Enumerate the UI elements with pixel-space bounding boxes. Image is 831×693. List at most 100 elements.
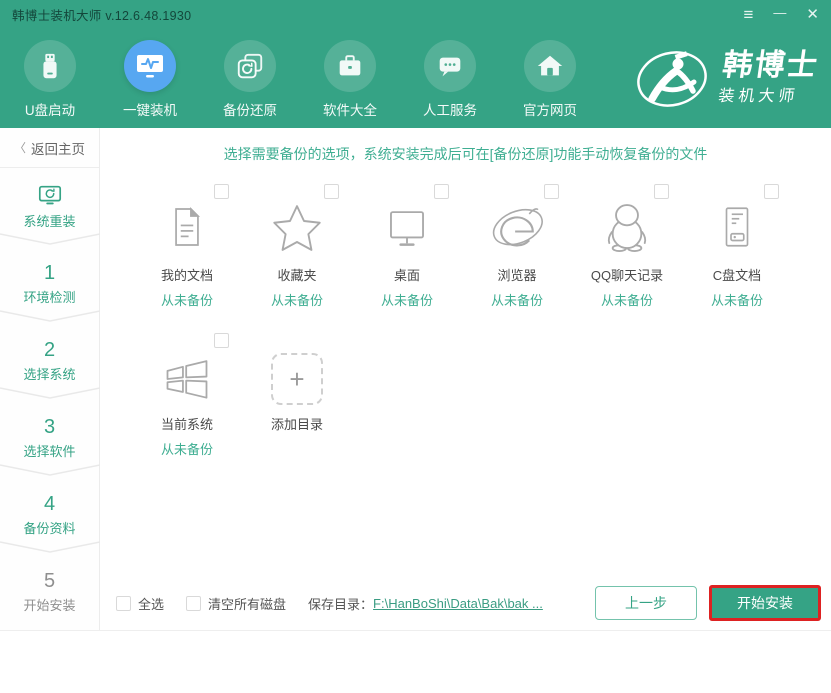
item-checkbox[interactable] <box>544 184 559 199</box>
ie-browser-icon <box>462 194 572 256</box>
backup-item-qq-chat-history[interactable]: QQ聊天记录 从未备份 <box>572 184 682 309</box>
select-all-checkbox[interactable]: 全选 <box>116 594 164 613</box>
brand-name-line1: 韩博士 <box>720 50 820 82</box>
sidebar-step-4-backup-data[interactable]: 4 备份资料 <box>0 476 99 553</box>
backup-item-current-system[interactable]: 当前系统 从未备份 <box>132 333 242 458</box>
clear-all-disks-checkbox[interactable]: 清空所有磁盘 <box>186 594 286 613</box>
main-nav: U盘启动 一键装机 <box>0 28 600 119</box>
clear-disks-label: 清空所有磁盘 <box>208 594 286 613</box>
item-status: 从未备份 <box>132 439 242 458</box>
item-status: 从未备份 <box>572 290 682 309</box>
previous-step-button[interactable]: 上一步 <box>595 586 697 620</box>
back-chevron-icon: 〈 <box>14 139 26 156</box>
brand-logo: 韩博士 装机大师 <box>633 42 817 114</box>
backup-instruction: 选择需要备份的选项，系统安装完成后可在[备份还原]功能手动恢复备份的文件 <box>100 144 831 164</box>
app-window: 韩博士装机大师 v.12.6.48.1930 ≡ — ✕ <box>0 0 831 631</box>
step-label: 开始安装 <box>23 595 75 614</box>
save-directory-link[interactable]: F:\HanBoShi\Data\Bak\bak ... <box>373 596 543 611</box>
item-checkbox[interactable] <box>434 184 449 199</box>
system-reinstall-icon <box>37 184 63 208</box>
item-label: 当前系统 <box>132 414 242 433</box>
item-checkbox[interactable] <box>324 184 339 199</box>
item-status: 从未备份 <box>682 290 792 309</box>
item-label: C盘文档 <box>682 265 792 284</box>
item-status: 从未备份 <box>132 290 242 309</box>
usb-drive-icon <box>24 40 76 92</box>
checkbox-box[interactable] <box>116 596 131 611</box>
sidebar-step-3-choose-software[interactable]: 3 选择软件 <box>0 399 99 476</box>
window-controls: ≡ — ✕ <box>744 6 820 23</box>
nav-label: 人工服务 <box>423 99 477 119</box>
item-checkbox[interactable] <box>214 333 229 348</box>
nav-label: 备份还原 <box>223 99 277 119</box>
item-checkbox[interactable] <box>764 184 779 199</box>
title-bar: 韩博士装机大师 v.12.6.48.1930 ≡ — ✕ <box>0 0 831 28</box>
chevron-divider <box>0 233 100 245</box>
checkbox-box[interactable] <box>186 596 201 611</box>
step-number: 5 <box>44 570 55 592</box>
backup-restore-icon <box>224 40 276 92</box>
item-status: 从未备份 <box>242 290 352 309</box>
document-icon <box>132 194 242 256</box>
item-status: 从未备份 <box>462 290 572 309</box>
chevron-divider <box>0 541 100 553</box>
nav-item-usb-boot[interactable]: U盘启动 <box>0 28 100 119</box>
star-icon <box>242 194 352 256</box>
back-label: 返回主页 <box>31 138 85 158</box>
page: 韩博士装机大师 v.12.6.48.1930 ≡ — ✕ <box>0 0 831 693</box>
step-number: 4 <box>44 493 55 515</box>
chevron-divider <box>0 387 100 399</box>
footer-bar: 全选 清空所有磁盘 保存目录： F:\HanBoShi\Data\Bak\bak… <box>100 582 831 630</box>
brand-name-line2: 装机大师 <box>717 82 816 106</box>
step-label: 系统重装 <box>23 211 75 230</box>
sidebar-step-2-choose-system[interactable]: 2 选择系统 <box>0 322 99 399</box>
backup-item-browser[interactable]: 浏览器 从未备份 <box>462 184 572 309</box>
menu-icon[interactable]: ≡ <box>744 6 754 23</box>
window-body: 〈 返回主页 系统重装 1 <box>0 128 831 631</box>
sidebar-step-1-environment-check[interactable]: 1 环境检测 <box>0 245 99 322</box>
sidebar-step-system-reinstall[interactable]: 系统重装 <box>0 168 99 245</box>
window-title: 韩博士装机大师 v.12.6.48.1930 <box>12 5 191 24</box>
backup-item-favorites[interactable]: 收藏夹 从未备份 <box>242 184 352 309</box>
item-label: 收藏夹 <box>242 265 352 284</box>
nav-label: 官方网页 <box>523 99 577 119</box>
monitor-pulse-icon <box>124 40 176 92</box>
nav-item-one-key-install[interactable]: 一键装机 <box>100 28 200 119</box>
backup-item-desktop[interactable]: 桌面 从未备份 <box>352 184 462 309</box>
sidebar-step-5-start-install[interactable]: 5 开始安装 <box>0 553 99 630</box>
nav-item-software-library[interactable]: 软件大全 <box>300 28 400 119</box>
step-label: 环境检测 <box>23 287 75 306</box>
nav-item-support[interactable]: 人工服务 <box>400 28 500 119</box>
add-directory-button[interactable]: + 添加目录 <box>242 333 352 458</box>
main-content: 选择需要备份的选项，系统安装完成后可在[备份还原]功能手动恢复备份的文件 <box>100 128 831 630</box>
close-icon[interactable]: ✕ <box>806 7 819 22</box>
save-directory-label: 保存目录： <box>308 594 373 613</box>
back-to-home[interactable]: 〈 返回主页 <box>0 128 99 168</box>
minimize-icon[interactable]: — <box>773 6 786 19</box>
item-label: 添加目录 <box>242 414 352 433</box>
backup-item-c-drive-documents[interactable]: C盘文档 从未备份 <box>682 184 792 309</box>
header: U盘启动 一键装机 <box>0 28 831 128</box>
start-install-button[interactable]: 开始安装 <box>709 585 821 621</box>
chat-service-icon <box>424 40 476 92</box>
backup-item-my-documents[interactable]: 我的文档 从未备份 <box>132 184 242 309</box>
software-briefcase-icon <box>324 40 376 92</box>
step-number: 3 <box>44 416 55 438</box>
brand-emblem-icon <box>633 42 715 114</box>
desktop-icon <box>352 194 462 256</box>
step-number: 1 <box>44 262 55 284</box>
qq-penguin-icon <box>572 194 682 256</box>
nav-label: 软件大全 <box>323 99 377 119</box>
nav-label: U盘启动 <box>25 99 75 119</box>
item-checkbox[interactable] <box>654 184 669 199</box>
step-number: 2 <box>44 339 55 361</box>
step-label: 选择软件 <box>23 441 75 460</box>
nav-item-backup-restore[interactable]: 备份还原 <box>200 28 300 119</box>
plus-icon: + <box>242 343 352 405</box>
select-all-label: 全选 <box>138 594 164 613</box>
item-checkbox[interactable] <box>214 184 229 199</box>
windows-icon <box>132 343 242 405</box>
nav-item-official-website[interactable]: 官方网页 <box>500 28 600 119</box>
home-icon <box>524 40 576 92</box>
step-label: 备份资料 <box>23 518 75 537</box>
